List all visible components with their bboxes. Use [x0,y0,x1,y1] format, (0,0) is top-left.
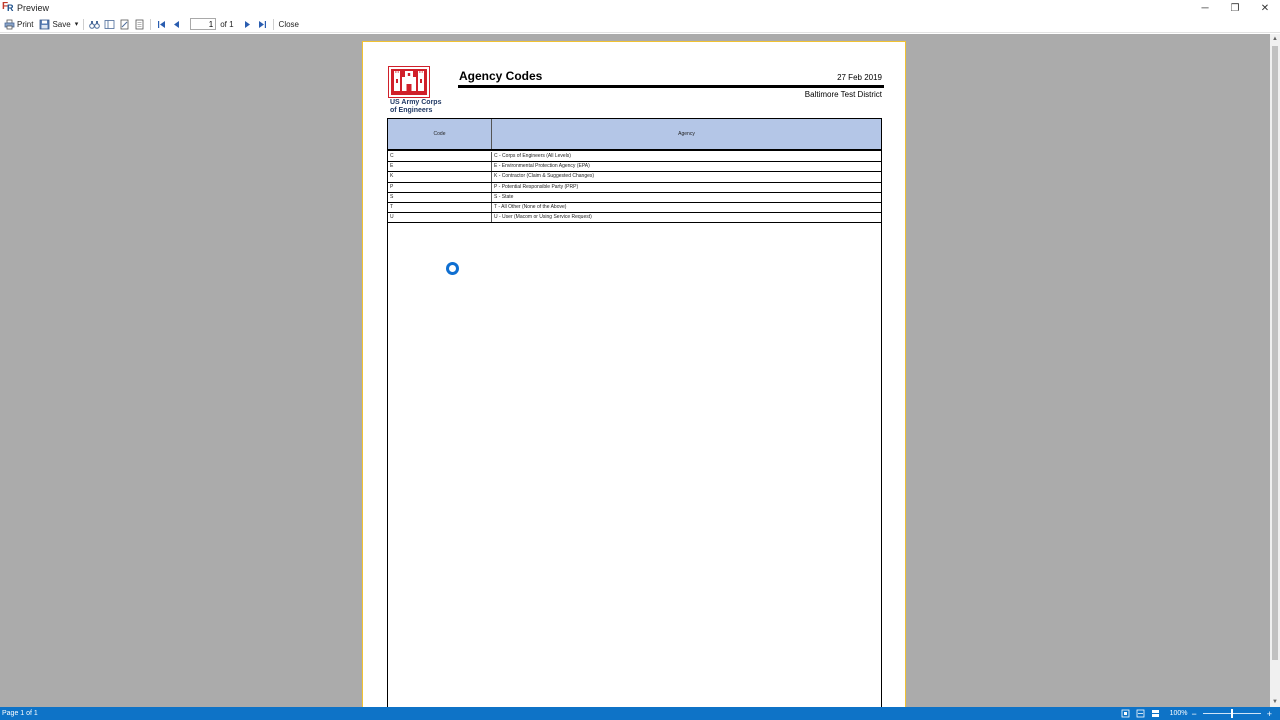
cell-code: U [388,213,492,223]
binoculars-icon [89,19,101,30]
report-date: 27 Feb 2019 [837,73,882,82]
restore-button[interactable]: ❐ [1220,0,1250,16]
layout-icon [104,19,115,30]
status-bar: Page 1 of 1 100% − + [0,707,1280,720]
cell-code: T [388,202,492,213]
page-number-input[interactable] [190,18,217,30]
chevron-down-icon: ▾ [74,21,79,28]
next-page-button[interactable] [240,17,255,32]
save-icon [39,19,50,30]
cell-code: K [388,172,492,182]
zoom-slider[interactable] [1202,709,1261,718]
logo-line-2: of Engineers [390,107,433,114]
fit-page-icon[interactable] [1121,709,1130,718]
window-title: Preview [17,3,50,13]
vertical-scrollbar[interactable]: ▲ ▼ [1270,34,1280,707]
cell-agency: K - Contractor (Claim & Suggested Change… [494,173,595,180]
save-button[interactable]: Save [37,17,72,32]
find-button[interactable] [87,17,102,32]
status-right: 100% − + [1121,707,1272,720]
first-page-button[interactable] [154,17,169,32]
toolbar-separator [150,18,152,30]
title-bar: FR Preview ─ ❐ ✕ [0,0,1280,16]
report-title: Agency Codes [459,69,543,83]
save-label: Save [52,19,71,29]
column-header-code: Code [388,119,492,149]
save-dropdown-button[interactable]: ▾ [73,17,81,32]
app-icon: FR [2,1,14,13]
fit-width-icon[interactable] [1136,709,1145,718]
toolbar-separator [83,18,85,30]
page-setup-button[interactable] [117,17,132,32]
outline-button[interactable] [102,17,117,32]
table-row: S S - State [388,192,881,203]
report-page: US Army Corps of Engineers Agency Codes … [362,41,906,707]
table-row: C C - Corps of Engineers (All Levels) [388,152,881,163]
table-row: P P - Potential Responsible Party (PRP) [388,182,881,193]
table-row: E E - Environmental Protection Agency (E… [388,162,881,173]
cell-agency: C - Corps of Engineers (All Levels) [494,153,571,159]
cell-agency: U - User (Macom or Using Service Request… [494,214,592,221]
report-table-frame: Code Agency C C - Corps of Engineers (Al… [387,118,882,707]
zoom-thumb[interactable] [1230,709,1233,718]
page-status: Page 1 of 1 [2,710,38,717]
window-controls: ─ ❐ ✕ [1190,0,1280,16]
close-preview-button[interactable]: Close [277,17,301,32]
next-page-icon [242,19,253,30]
cell-agency: E - Environmental Protection Agency (EPA… [494,163,590,170]
print-label: Print [17,19,34,29]
export-icon [134,19,145,30]
zoom-level: 100% [1169,710,1188,717]
table-header: Code Agency [388,119,881,151]
export-button[interactable] [132,17,147,32]
cell-code: P [388,182,492,192]
zoom-out-button[interactable]: − [1191,709,1196,719]
table-row: T T - All Other (None of the Above) [388,202,881,214]
toolbar: Print Save ▾ 1 of 1 Close [0,16,1280,33]
column-header-agency: Agency [678,131,695,137]
table-body: C C - Corps of Engineers (All Levels) E … [388,152,881,224]
close-label: Close [278,19,299,29]
zoom-in-button[interactable]: + [1267,709,1272,719]
cell-code: C [388,152,492,162]
cell-agency: S - State [494,193,514,200]
close-window-button[interactable]: ✕ [1250,0,1280,16]
cell-agency: P - Potential Responsible Party (PRP) [494,183,579,190]
scroll-thumb[interactable] [1272,46,1278,660]
table-row: K K - Contractor (Claim & Suggested Chan… [388,172,881,183]
cell-code: E [388,162,492,172]
previous-page-button[interactable] [169,17,184,32]
previous-page-icon [171,19,182,30]
preview-area[interactable]: US Army Corps of Engineers Agency Codes … [0,34,1270,707]
first-page-icon [156,19,167,30]
printer-icon [4,19,15,30]
cell-code: S [388,192,492,202]
minimize-button[interactable]: ─ [1190,0,1220,16]
page-count-label: of 1 [220,19,234,29]
title-divider [458,85,884,88]
scroll-down-icon[interactable]: ▼ [1270,697,1280,707]
logo-line-1: US Army Corps [390,99,442,106]
multiple-pages-icon[interactable] [1151,709,1160,718]
page-setup-icon [119,19,130,30]
report-district: Baltimore Test District [804,90,882,99]
busy-cursor-icon [446,262,459,275]
toolbar-separator [272,18,274,30]
table-row: U U - User (Macom or Using Service Reque… [388,213,881,224]
last-page-icon [257,19,268,30]
print-button[interactable]: Print [2,17,35,32]
logo-text: US Army Corps of Engineers [390,99,450,115]
last-page-button[interactable] [255,17,270,32]
usace-castle-logo-icon [388,66,430,98]
scroll-up-icon[interactable]: ▲ [1270,34,1280,44]
cell-agency: T - All Other (None of the Above) [494,203,567,210]
